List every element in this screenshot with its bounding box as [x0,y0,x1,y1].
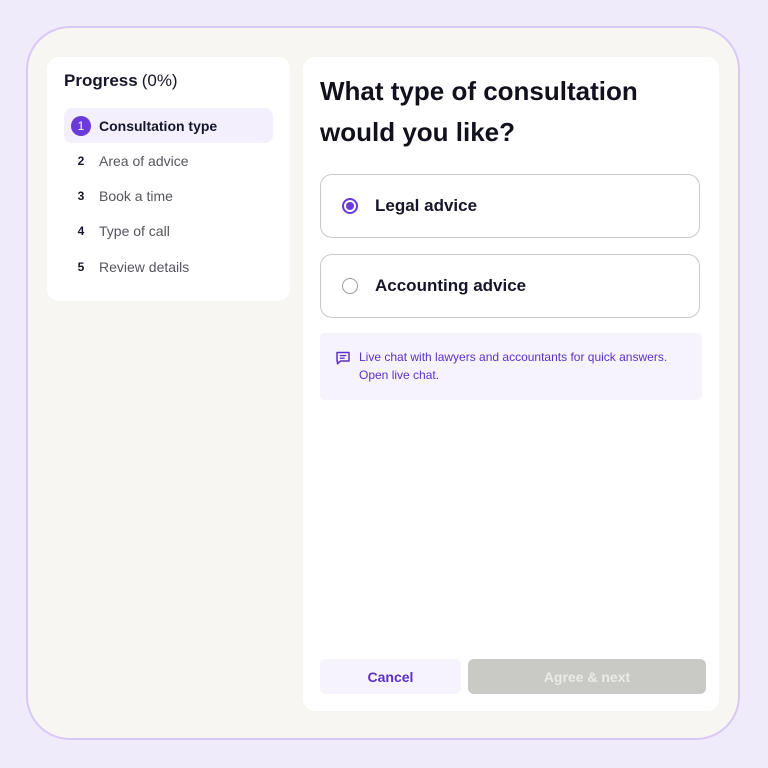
cancel-button[interactable]: Cancel [320,659,461,694]
option-label: Legal advice [375,196,478,215]
step-label: Book a time [99,188,173,205]
step-label: Type of call [99,223,170,240]
radio-unchecked-icon[interactable] [342,278,358,294]
step-type-of-call[interactable]: 4 Type of call [64,214,273,249]
progress-title-label: Progress [64,71,138,90]
page-title: What type of consultation would you like… [320,76,638,147]
step-number: 3 [77,189,85,204]
progress-title: Progress (0%) [64,71,178,91]
progress-steps: 1 Consultation type 2 Area of advice 3 B… [64,108,273,284]
option-accounting-advice[interactable]: Accounting advice [320,254,700,318]
step-number: 5 [77,259,85,274]
live-chat-description: Live chat with lawyers and accountants f… [359,350,668,364]
option-label: Accounting advice [375,276,527,295]
step-area-of-advice[interactable]: 2 Area of advice [64,143,273,178]
step-review-details[interactable]: 5 Review details [64,249,273,284]
open-live-chat-link[interactable]: Open live chat. [359,366,689,384]
consultation-form: What type of consultation would you like… [303,57,719,711]
live-chat-text: Live chat with lawyers and accountants f… [359,348,689,384]
step-number: 4 [77,224,85,239]
chat-bubble-icon [336,351,350,365]
live-chat-banner: Live chat with lawyers and accountants f… [320,333,702,400]
step-number: 1 [71,115,91,136]
progress-percent: (0%) [141,71,178,90]
agree-next-button[interactable]: Agree & next [468,659,706,694]
step-label: Area of advice [99,152,189,169]
step-number: 2 [77,153,85,168]
step-consultation-type[interactable]: 1 Consultation type [64,108,273,143]
option-legal-advice[interactable]: Legal advice [320,174,700,238]
step-label: Review details [99,258,190,275]
radio-checked-icon[interactable] [342,198,358,214]
step-label: Consultation type [99,117,218,134]
step-book-a-time[interactable]: 3 Book a time [64,179,273,214]
progress-panel: Progress (0%) 1 Consultation type 2 Area … [47,57,290,301]
